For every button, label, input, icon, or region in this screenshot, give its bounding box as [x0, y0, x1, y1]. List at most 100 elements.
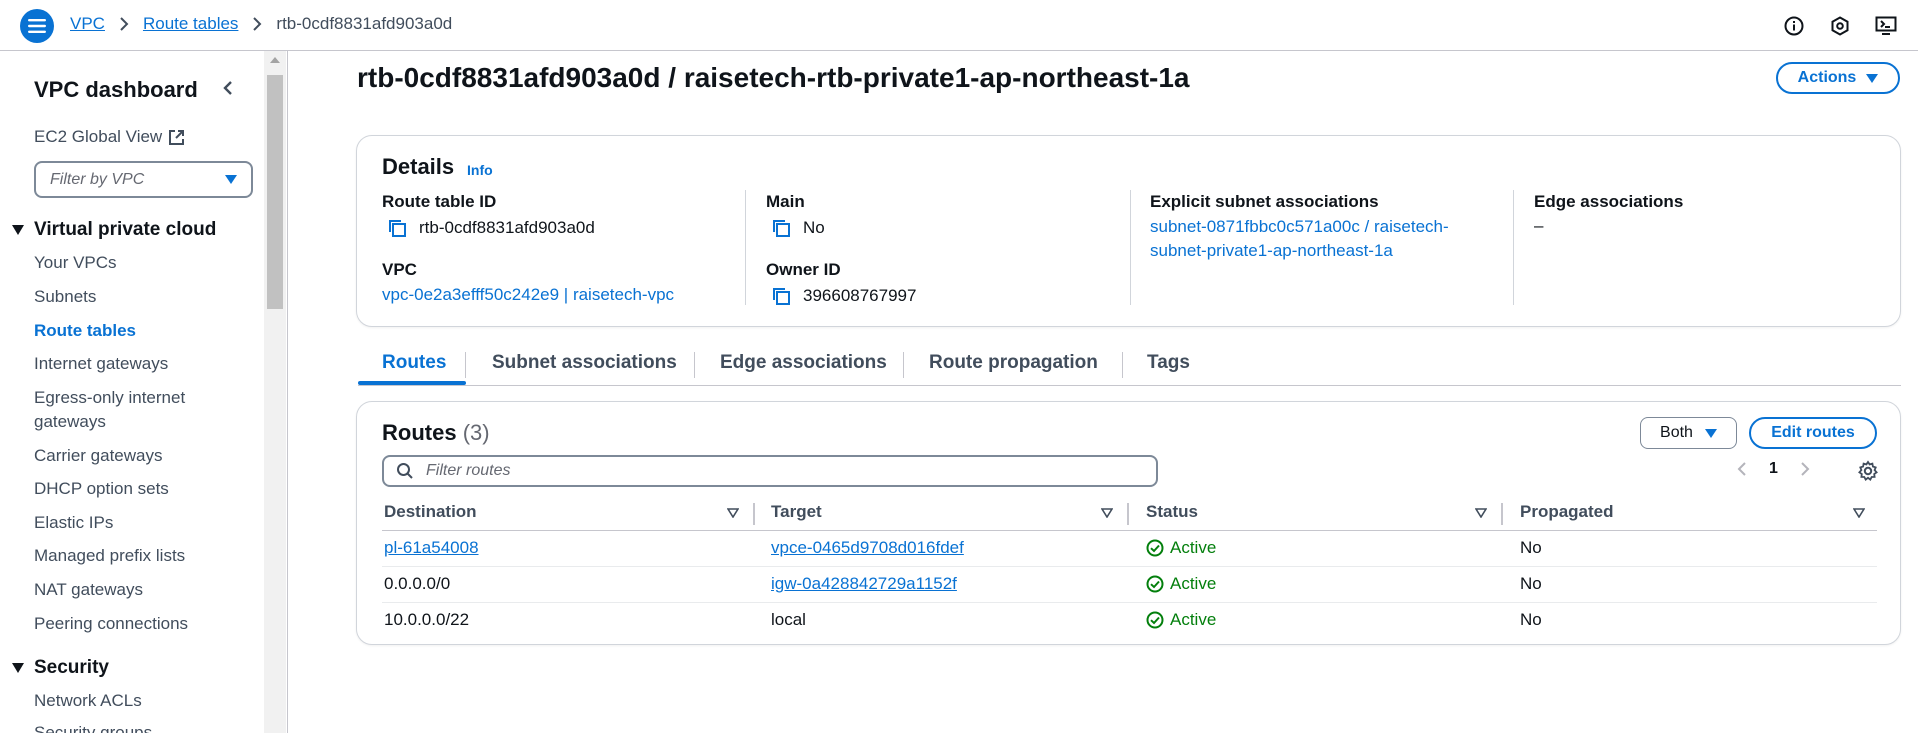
chevron-right-icon [119, 17, 129, 31]
column-header-destination[interactable]: Destination [384, 502, 477, 522]
main-value: No [769, 216, 825, 240]
sidebar-item-internet-gateways[interactable]: Internet gateways [34, 352, 168, 376]
sidebar-item-your-vpcs[interactable]: Your VPCs [34, 251, 117, 275]
sidebar-item-egress-only-internet-gateways-line2[interactable]: gateways [34, 410, 106, 434]
propagated-cell: No [1520, 538, 1542, 557]
routes-heading-text: Routes [382, 420, 457, 445]
active-tab-indicator [358, 381, 466, 385]
details-heading: Details [382, 154, 455, 179]
scroll-up-arrow-icon[interactable] [270, 57, 280, 63]
column-resizer[interactable] [1501, 503, 1503, 525]
filter-by-vpc-select[interactable]: Filter by VPC [34, 161, 253, 198]
sidebar-item-subnets[interactable]: Subnets [34, 285, 96, 309]
sidebar-section-label: Virtual private cloud [34, 219, 217, 240]
table-row: 10.0.0.0/22 local Active No [382, 603, 1877, 639]
sidebar-item-nat-gateways[interactable]: NAT gateways [34, 578, 143, 602]
caret-down-icon [1866, 73, 1879, 83]
explicit-subnet-association-link-line2[interactable]: subnet-private1-ap-northeast-1a [1150, 239, 1393, 263]
pagination: 1 [1737, 460, 1810, 478]
propagated-cell: No [1520, 610, 1542, 629]
sort-icon[interactable] [1101, 508, 1113, 518]
target-link[interactable]: igw-0a428842729a1152f [771, 574, 957, 594]
status-text: Active [1170, 610, 1217, 629]
destination-link[interactable]: pl-61a54008 [384, 538, 479, 558]
tab-subnet-associations[interactable]: Subnet associations [492, 352, 677, 374]
sort-icon[interactable] [1853, 508, 1865, 518]
breadcrumb: VPC Route tables rtb-0cdf8831afd903a0d [70, 14, 452, 34]
explicit-subnet-association-link[interactable]: subnet-0871fbbc0c571a00c / raisetech- [1150, 215, 1449, 239]
scrollbar-thumb[interactable] [267, 75, 283, 309]
destination-cell: 0.0.0.0/0 [384, 574, 451, 593]
tab-separator [694, 352, 695, 378]
status-text: Active [1170, 574, 1217, 593]
sidebar-item-elastic-ips[interactable]: Elastic IPs [34, 511, 113, 535]
vpc-link[interactable]: vpc-0e2a3efff50c242e9 | raisetech-vpc [382, 283, 674, 307]
chevron-left-icon[interactable] [216, 76, 240, 100]
breadcrumb-route-tables-link[interactable]: Route tables [143, 14, 238, 34]
vpc-label: VPC [382, 260, 417, 279]
sidebar-item-ec2-global-view[interactable]: EC2 Global View [34, 125, 185, 149]
route-filter-select[interactable]: Both [1640, 417, 1737, 449]
notifications-icon[interactable] [1874, 14, 1898, 38]
page-number[interactable]: 1 [1769, 460, 1778, 478]
caret-down-icon [12, 663, 24, 673]
gear-icon[interactable] [1857, 460, 1881, 484]
chevron-left-icon[interactable] [1737, 461, 1747, 477]
tabs: Routes Subnet associations Edge associat… [358, 346, 1901, 386]
sidebar-section-security[interactable]: Security [12, 657, 109, 679]
edge-associations-value: – [1534, 216, 1544, 235]
edit-routes-button[interactable]: Edit routes [1749, 417, 1877, 449]
sidebar-section-virtual-private-cloud[interactable]: Virtual private cloud [12, 219, 216, 241]
copy-icon[interactable] [385, 216, 409, 240]
sidebar-item-egress-only-internet-gateways[interactable]: Egress-only internet [34, 386, 185, 410]
route-filter-value: Both [1660, 424, 1693, 441]
column-header-status[interactable]: Status [1146, 502, 1198, 522]
column-divider [745, 190, 746, 305]
sidebar-item-peering-connections[interactable]: Peering connections [34, 612, 188, 636]
tab-route-propagation[interactable]: Route propagation [929, 352, 1098, 374]
status-cell: Active [1146, 610, 1216, 630]
routes-card: Routes (3) Both Edit routes 1 Destinatio… [356, 401, 1901, 645]
check-circle-icon [1146, 539, 1164, 557]
owner-id-value: 396608767997 [769, 284, 916, 308]
tab-tags[interactable]: Tags [1147, 352, 1190, 374]
sidebar-item-network-acls[interactable]: Network ACLs [34, 689, 142, 713]
sidebar-item-carrier-gateways[interactable]: Carrier gateways [34, 444, 163, 468]
sort-icon[interactable] [1475, 508, 1487, 518]
route-table-id-label: Route table ID [382, 192, 497, 211]
details-card: Details Info Route table ID rtb-0cdf8831… [356, 135, 1901, 327]
copy-icon[interactable] [769, 284, 793, 308]
column-header-propagated[interactable]: Propagated [1520, 502, 1614, 522]
actions-button-label: Actions [1797, 69, 1857, 86]
filter-routes-input[interactable] [426, 462, 1126, 480]
sidebar-item-route-tables[interactable]: Route tables [34, 319, 136, 343]
info-icon[interactable] [1782, 14, 1806, 38]
column-divider [1513, 190, 1514, 305]
sidebar-scrollbar[interactable] [264, 51, 286, 733]
breadcrumb-vpc-link[interactable]: VPC [70, 14, 105, 34]
chevron-right-icon [252, 17, 262, 31]
target-link[interactable]: vpce-0465d9708d016fdef [771, 538, 964, 558]
column-resizer[interactable] [1127, 503, 1129, 525]
column-resizer[interactable] [753, 503, 755, 525]
actions-button[interactable]: Actions [1776, 62, 1900, 94]
top-navigation-bar: VPC Route tables rtb-0cdf8831afd903a0d [0, 0, 1918, 51]
caret-down-icon [1704, 428, 1717, 438]
main-text: No [803, 218, 825, 237]
column-divider [1130, 190, 1131, 305]
copy-icon[interactable] [769, 216, 793, 240]
filter-routes-search[interactable] [382, 455, 1158, 487]
menu-icon[interactable] [20, 9, 54, 43]
propagated-cell: No [1520, 574, 1542, 593]
chevron-right-icon[interactable] [1800, 461, 1810, 477]
info-link[interactable]: Info [467, 162, 493, 178]
column-header-target[interactable]: Target [771, 502, 822, 522]
cloudshell-icon[interactable] [1828, 14, 1852, 38]
tab-edge-associations[interactable]: Edge associations [720, 352, 887, 374]
sidebar-item-dhcp-option-sets[interactable]: DHCP option sets [34, 477, 169, 501]
sort-icon[interactable] [727, 508, 739, 518]
tab-separator [903, 352, 904, 378]
sidebar-item-managed-prefix-lists[interactable]: Managed prefix lists [34, 544, 185, 568]
sidebar-item-security-groups[interactable]: Security groups [34, 721, 152, 733]
tab-routes[interactable]: Routes [382, 352, 446, 374]
